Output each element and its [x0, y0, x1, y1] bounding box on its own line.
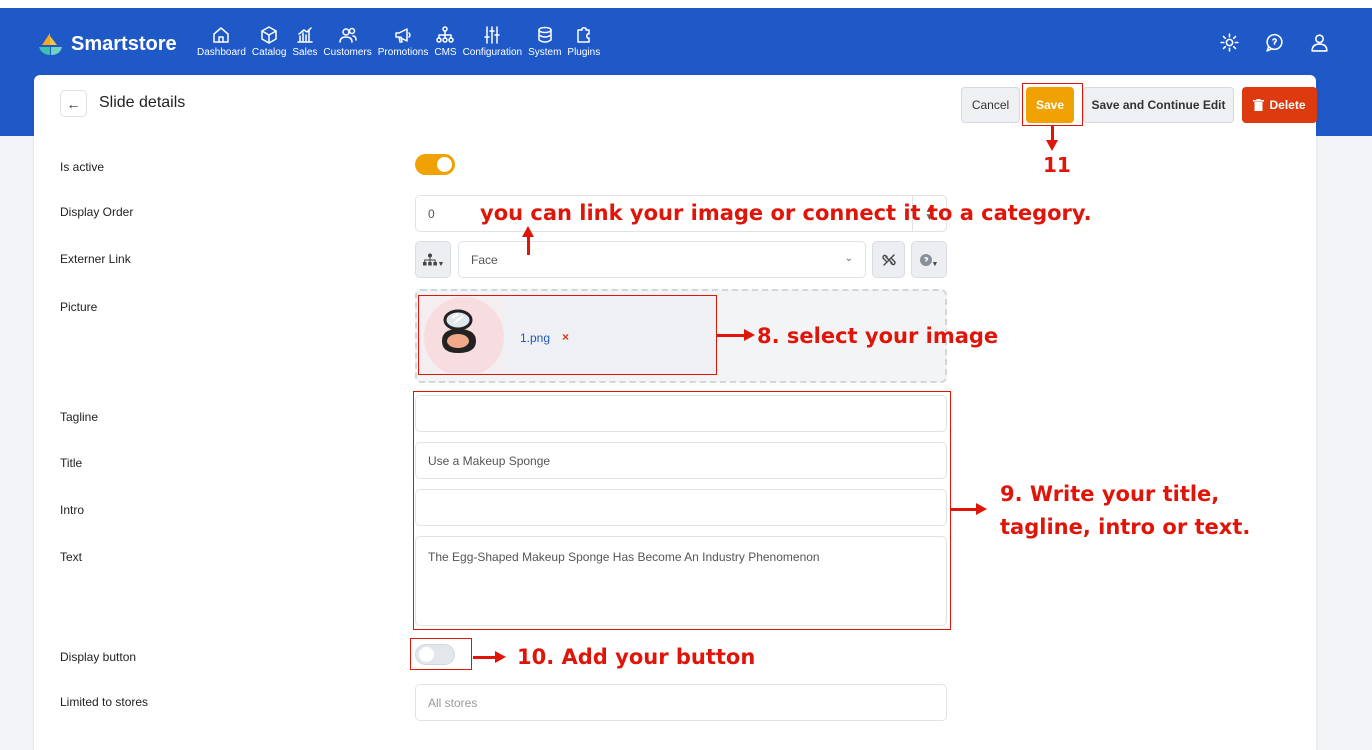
- database-icon: [537, 26, 552, 43]
- tagline-label: Tagline: [60, 410, 99, 424]
- link-help-button[interactable]: ▼: [911, 241, 947, 278]
- users-icon: [338, 27, 357, 43]
- step-9-arrow: [951, 503, 987, 515]
- main-nav: Dashboard Catalog Sales Customers Promot…: [194, 25, 603, 58]
- stores-placeholder: All stores: [428, 695, 478, 710]
- chart-icon: [297, 27, 313, 43]
- nav-catalog[interactable]: Catalog: [249, 25, 289, 58]
- step-10-label: 10. Add your button: [517, 645, 756, 669]
- sliders-icon: [484, 26, 501, 44]
- delete-button[interactable]: Delete: [1242, 87, 1317, 123]
- externer-link-label: Externer Link: [60, 252, 131, 266]
- display-order-label: Display Order: [60, 205, 134, 219]
- top-right-icons: [1219, 32, 1330, 53]
- brand-logo[interactable]: Smartstore: [36, 31, 177, 57]
- nav-sales[interactable]: Sales: [289, 25, 320, 58]
- cancel-button[interactable]: Cancel: [961, 87, 1020, 123]
- gear-icon[interactable]: [1219, 32, 1240, 53]
- delete-label: Delete: [1269, 98, 1306, 112]
- nav-label: Plugins: [567, 47, 601, 58]
- user-icon[interactable]: [1309, 32, 1330, 53]
- picture-highlight-box: [418, 295, 717, 375]
- text-fields-highlight-box: [413, 391, 951, 630]
- step-8-label: 8. select your image: [757, 324, 999, 348]
- help-icon: [919, 253, 932, 266]
- externer-link-value: Face: [471, 252, 498, 267]
- nav-customers[interactable]: Customers: [320, 25, 374, 58]
- sitemap-small-icon: [422, 253, 437, 265]
- display-order-value: 0: [428, 206, 435, 221]
- is-active-toggle[interactable]: [415, 154, 455, 175]
- puzzle-icon: [577, 27, 590, 43]
- externer-link-select[interactable]: Face ⌄: [458, 241, 866, 278]
- help-chat-icon[interactable]: [1264, 32, 1285, 53]
- back-button[interactable]: ←: [60, 90, 87, 117]
- nav-system[interactable]: System: [525, 25, 564, 58]
- save-continue-button[interactable]: Save and Continue Edit: [1083, 87, 1234, 123]
- unlink-button[interactable]: [872, 241, 905, 278]
- link-hint-arrow: [522, 226, 534, 255]
- nav-configuration[interactable]: Configuration: [460, 25, 525, 58]
- text-label: Text: [60, 550, 83, 564]
- limited-to-stores-label: Limited to stores: [60, 695, 149, 709]
- display-button-highlight-box: [410, 638, 472, 670]
- caret-down-icon: ▼: [931, 261, 939, 268]
- cube-icon: [261, 26, 277, 44]
- nav-label: Promotions: [377, 47, 429, 58]
- nav-label: System: [528, 47, 562, 58]
- nav-plugins[interactable]: Plugins: [564, 25, 603, 58]
- nav-label: CMS: [434, 47, 457, 58]
- unlink-icon: [881, 253, 896, 266]
- nav-cms[interactable]: CMS: [431, 25, 459, 58]
- step-9-label-line2: tagline, intro or text.: [1000, 515, 1251, 539]
- arrow-left-icon: ←: [66, 95, 81, 112]
- step-10-arrow: [473, 651, 506, 663]
- nav-dashboard[interactable]: Dashboard: [194, 25, 249, 58]
- nav-label: Sales: [292, 47, 318, 58]
- nav-label: Dashboard: [197, 47, 246, 58]
- home-icon: [213, 27, 230, 43]
- smartstore-logo-icon: [36, 31, 64, 57]
- nav-label: Catalog: [251, 47, 287, 58]
- is-active-label: Is active: [60, 160, 105, 174]
- nav-label: Customers: [323, 47, 372, 58]
- link-type-button[interactable]: ▼: [415, 241, 451, 278]
- trash-icon: [1253, 99, 1265, 111]
- caret-down-icon: ▼: [437, 261, 445, 268]
- brand-name: Smartstore: [71, 32, 177, 55]
- chevron-down-icon: ⌄: [844, 253, 853, 264]
- intro-label: Intro: [60, 503, 85, 517]
- picture-label: Picture: [60, 300, 98, 314]
- step-8-arrow: [717, 329, 755, 341]
- link-hint-label: you can link your image or connect it to…: [480, 201, 1092, 225]
- title-label: Title: [60, 456, 83, 470]
- megaphone-icon: [395, 28, 411, 43]
- step-9-label-line1: 9. Write your title,: [1000, 482, 1220, 506]
- limited-to-stores-select[interactable]: All stores: [415, 684, 947, 721]
- sitemap-icon: [436, 26, 455, 43]
- nav-label: Configuration: [462, 47, 523, 58]
- step-11-label: 11: [1043, 153, 1071, 177]
- save-highlight-box: [1022, 83, 1083, 126]
- display-button-label: Display button: [60, 650, 137, 664]
- page-title: Slide details: [99, 94, 186, 111]
- nav-promotions[interactable]: Promotions: [375, 25, 432, 58]
- save-arrow: [1046, 126, 1058, 151]
